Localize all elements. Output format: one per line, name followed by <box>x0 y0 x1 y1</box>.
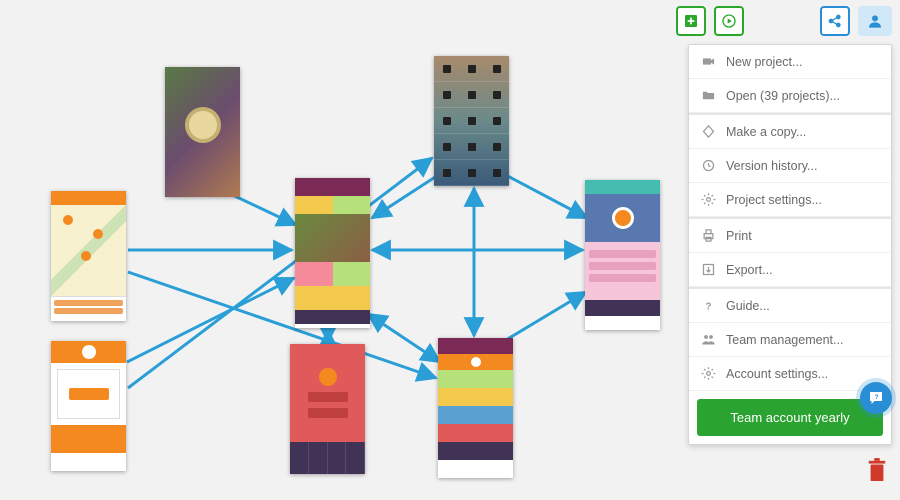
menu-project-settings[interactable]: Project settings... <box>689 183 891 217</box>
menu-label: Guide... <box>726 299 770 313</box>
user-dropdown-menu: New project... Open (39 projects)... Mak… <box>688 44 892 445</box>
team-icon <box>701 332 716 347</box>
menu-label: Account settings... <box>726 367 828 381</box>
export-icon <box>701 262 716 277</box>
user-menu-button[interactable] <box>858 6 892 36</box>
menu-team-management[interactable]: Team management... <box>689 323 891 357</box>
screen-welcome-badge[interactable] <box>165 67 240 197</box>
screen-orange-list[interactable] <box>51 341 126 471</box>
help-bubble-button[interactable]: ? <box>860 382 892 414</box>
gear-icon <box>701 192 716 207</box>
menu-label: Export... <box>726 263 773 277</box>
play-icon <box>721 13 737 29</box>
menu-new-project[interactable]: New project... <box>689 45 891 79</box>
menu-label: Version history... <box>726 159 817 173</box>
menu-version-history[interactable]: Version history... <box>689 149 891 183</box>
screen-red-actions[interactable] <box>290 344 365 474</box>
menu-label: Make a copy... <box>726 125 806 139</box>
menu-export[interactable]: Export... <box>689 253 891 287</box>
gear-icon <box>701 366 716 381</box>
trash-icon <box>866 457 888 483</box>
top-toolbar <box>676 6 892 36</box>
menu-account-settings[interactable]: Account settings... <box>689 357 891 391</box>
user-icon <box>867 13 883 29</box>
menu-label: Open (39 projects)... <box>726 89 840 103</box>
question-icon: ? <box>701 298 716 313</box>
menu-label: New project... <box>726 55 802 69</box>
share-icon <box>827 13 843 29</box>
svg-text:?: ? <box>705 301 711 312</box>
menu-guide[interactable]: ? Guide... <box>689 287 891 323</box>
screen-colorful-list[interactable] <box>438 338 513 478</box>
menu-label: Team management... <box>726 333 843 347</box>
menu-open[interactable]: Open (39 projects)... <box>689 79 891 113</box>
play-button[interactable] <box>714 6 744 36</box>
share-button[interactable] <box>820 6 850 36</box>
screen-media-player[interactable] <box>434 56 509 186</box>
screen-map[interactable] <box>51 191 126 321</box>
menu-make-copy[interactable]: Make a copy... <box>689 113 891 149</box>
menu-label: Print <box>726 229 752 243</box>
folder-icon <box>701 88 716 103</box>
screen-profile[interactable] <box>585 180 660 330</box>
trash-button[interactable] <box>866 457 888 488</box>
menu-label: Project settings... <box>726 193 822 207</box>
print-icon <box>701 228 716 243</box>
plus-icon <box>683 13 699 29</box>
upgrade-cta-button[interactable]: Team account yearly <box>697 399 883 436</box>
diamond-icon <box>701 124 716 139</box>
chat-question-icon: ? <box>867 389 885 407</box>
svg-text:?: ? <box>875 394 879 401</box>
video-icon <box>701 54 716 69</box>
history-icon <box>701 158 716 173</box>
add-button[interactable] <box>676 6 706 36</box>
menu-print[interactable]: Print <box>689 217 891 253</box>
screen-hub[interactable] <box>295 178 370 328</box>
